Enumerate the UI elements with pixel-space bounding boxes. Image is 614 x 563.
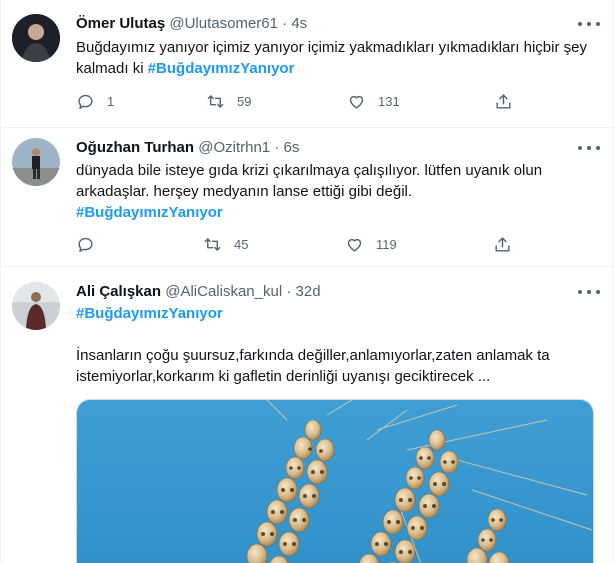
timestamp[interactable]: 32d [296, 283, 321, 300]
tweet-header: Ömer Ulutaş @Ulutasomer61 · 4s [76, 14, 307, 34]
retweet-button[interactable]: 45 [203, 235, 248, 254]
tweet[interactable]: Oğuzhan Turhan @Ozitrhn1 · 6s dünyada bi… [1, 128, 613, 267]
more-icon[interactable] [578, 287, 600, 297]
more-icon[interactable] [578, 143, 600, 153]
reply-icon [78, 94, 93, 109]
retweet-icon [204, 238, 221, 251]
tweet-media-image[interactable] [76, 399, 594, 563]
share-button[interactable] [493, 235, 512, 254]
tweet-text: #BuğdayımızYanıyor [76, 303, 223, 324]
tweet-text: İnsanların çoğu şuursuz,farkında değille… [76, 345, 550, 387]
separator-dot: · [286, 283, 292, 300]
tweet-text-line: Buğdayımız yanıyor içimiz yanıyor içimiz… [76, 39, 587, 56]
author-name[interactable]: Ömer Ulutaş [76, 15, 165, 32]
timestamp[interactable]: 4s [291, 15, 307, 32]
hashtag-link[interactable]: #BuğdayımızYanıyor [148, 60, 295, 77]
author-name[interactable]: Oğuzhan Turhan [76, 139, 194, 156]
retweet-count: 45 [234, 237, 249, 252]
tweet-header: Oğuzhan Turhan @Ozitrhn1 · 6s [76, 138, 299, 158]
reply-button[interactable]: 1 [76, 92, 114, 111]
separator-dot: · [282, 15, 288, 32]
timeline-feed: Ömer Ulutaş @Ulutasomer61 · 4s Buğdayımı… [0, 0, 614, 563]
retweet-button[interactable]: 59 [206, 92, 251, 111]
avatar[interactable] [12, 14, 60, 62]
avatar[interactable] [12, 138, 60, 186]
hashtag-link[interactable]: #BuğdayımızYanıyor [76, 202, 542, 223]
avatar-photo [12, 282, 60, 330]
like-icon [347, 238, 362, 252]
reply-button[interactable] [76, 235, 107, 254]
like-icon [349, 95, 364, 109]
tweet-text-line: dünyada bile isteye gıda krizi çıkarılma… [76, 162, 543, 179]
tweet-text: Buğdayımız yanıyor içimiz yanıyor içimiz… [76, 37, 587, 79]
retweet-icon [207, 95, 224, 108]
author-name[interactable]: Ali Çalışkan [76, 283, 161, 300]
tweet-text-line: istemiyorlar,korkarım ki gafletin derinl… [76, 368, 491, 385]
tweet-text-line: kalmadı ki #BuğdayımızYanıyor [76, 58, 587, 79]
share-icon [496, 94, 511, 109]
author-handle[interactable]: @Ulutasomer61 [169, 15, 278, 32]
avatar-photo [12, 138, 60, 186]
tweet-text: dünyada bile isteye gıda krizi çıkarılma… [76, 160, 542, 223]
reply-icon [78, 237, 93, 252]
more-icon[interactable] [578, 19, 600, 29]
avatar[interactable] [12, 282, 60, 330]
avatar-photo [12, 14, 60, 62]
tweet-text-line: arkadaşlar. herşey medyanın lanse ettiği… [76, 183, 413, 200]
like-button[interactable]: 119 [345, 235, 397, 254]
share-icon [495, 237, 510, 252]
timestamp[interactable]: 6s [283, 139, 299, 156]
tweet-header: Ali Çalışkan @AliCaliskan_kul · 32d [76, 282, 321, 302]
author-handle[interactable]: @AliCaliskan_kul [165, 283, 282, 300]
retweet-count: 59 [237, 94, 252, 109]
tweet[interactable]: Ömer Ulutaş @Ulutasomer61 · 4s Buğdayımı… [1, 0, 613, 128]
tweet-text-line: İnsanların çoğu şuursuz,farkında değille… [76, 347, 550, 364]
tweet-text-fragment: kalmadı ki [76, 60, 148, 77]
hashtag-link[interactable]: #BuğdayımızYanıyor [76, 303, 223, 324]
wheat-skulls-image [77, 400, 593, 563]
author-handle[interactable]: @Ozitrhn1 [198, 139, 270, 156]
reply-count: 1 [107, 94, 115, 109]
share-button[interactable] [494, 92, 513, 111]
like-count: 131 [378, 94, 400, 109]
separator-dot: · [274, 139, 280, 156]
like-button[interactable]: 131 [347, 92, 400, 111]
like-count: 119 [376, 237, 397, 252]
tweet[interactable]: Ali Çalışkan @AliCaliskan_kul · 32d #Buğ… [1, 267, 613, 563]
